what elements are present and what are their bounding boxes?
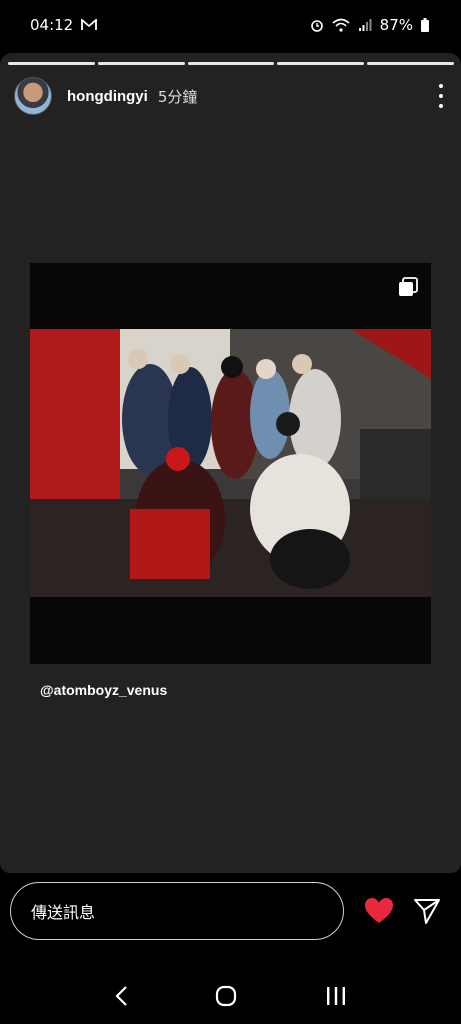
dot-icon bbox=[439, 104, 443, 108]
username[interactable]: hongdingyi bbox=[67, 88, 148, 105]
dot-icon bbox=[439, 84, 443, 88]
multiple-photos-icon bbox=[399, 277, 418, 296]
message-input[interactable]: 傳送訊息 bbox=[10, 882, 344, 940]
alarm-icon bbox=[310, 20, 323, 32]
progress-segment bbox=[97, 62, 185, 65]
shared-post[interactable] bbox=[30, 263, 431, 664]
avatar[interactable] bbox=[14, 77, 52, 115]
post-photo bbox=[30, 329, 431, 597]
story-progress bbox=[8, 62, 454, 65]
back-icon[interactable] bbox=[114, 985, 128, 1007]
recents-icon[interactable] bbox=[325, 986, 347, 1006]
progress-segment bbox=[187, 62, 275, 65]
progress-segment bbox=[367, 62, 454, 65]
mention-link[interactable]: @atomboyz_venus bbox=[40, 682, 167, 698]
reply-bar: 傳送訊息 bbox=[10, 882, 451, 940]
story-header: hongdingyi 5分鐘 bbox=[14, 76, 448, 116]
heart-icon[interactable] bbox=[364, 897, 394, 925]
status-right: 87% bbox=[310, 16, 429, 34]
story-card[interactable]: hongdingyi 5分鐘 @atomboyz_venus bbox=[0, 53, 461, 873]
status-bar: 04:12 87% bbox=[0, 0, 461, 50]
time-ago: 5分鐘 bbox=[157, 87, 198, 106]
home-icon[interactable] bbox=[215, 985, 237, 1007]
battery-percent: 87% bbox=[379, 16, 413, 34]
clock: 04:12 bbox=[30, 16, 74, 34]
more-options-button[interactable] bbox=[434, 84, 448, 108]
wifi-icon bbox=[332, 18, 350, 32]
progress-segment bbox=[277, 62, 365, 65]
dot-icon bbox=[439, 94, 443, 98]
battery-icon bbox=[421, 18, 429, 32]
send-icon[interactable] bbox=[413, 897, 441, 925]
status-left: 04:12 bbox=[30, 16, 98, 34]
progress-segment bbox=[8, 62, 95, 65]
system-nav-bar bbox=[0, 968, 461, 1024]
group-photo-image bbox=[30, 329, 431, 597]
gmail-icon bbox=[81, 19, 98, 30]
signal-icon bbox=[358, 19, 372, 31]
